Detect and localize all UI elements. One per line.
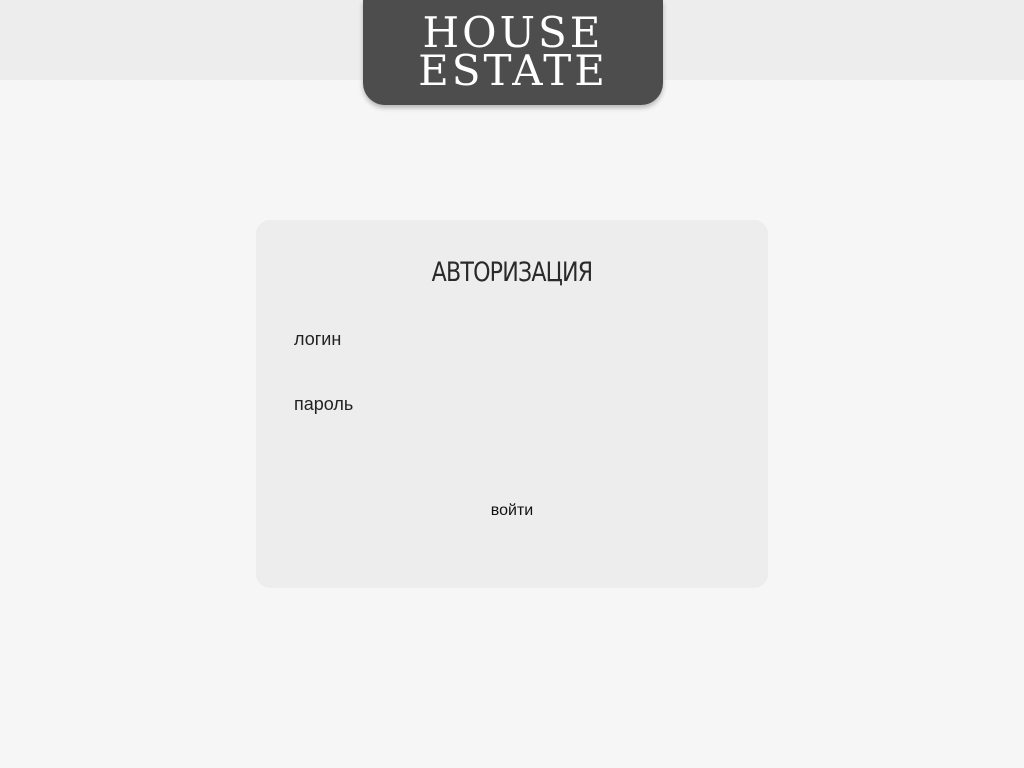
login-title: АВТОРИЗАЦИЯ — [431, 257, 593, 288]
house-estate-logo[interactable]: HOUSE ESTATE — [363, 0, 663, 105]
logo-line-estate: ESTATE — [418, 46, 608, 95]
logo-line-house: HOUSE — [422, 8, 604, 57]
login-input[interactable] — [294, 356, 730, 384]
password-label: пароль — [294, 394, 354, 414]
password-input[interactable] — [294, 421, 730, 449]
login-label: логин — [294, 329, 342, 349]
login-submit-button[interactable]: войти — [436, 496, 588, 526]
